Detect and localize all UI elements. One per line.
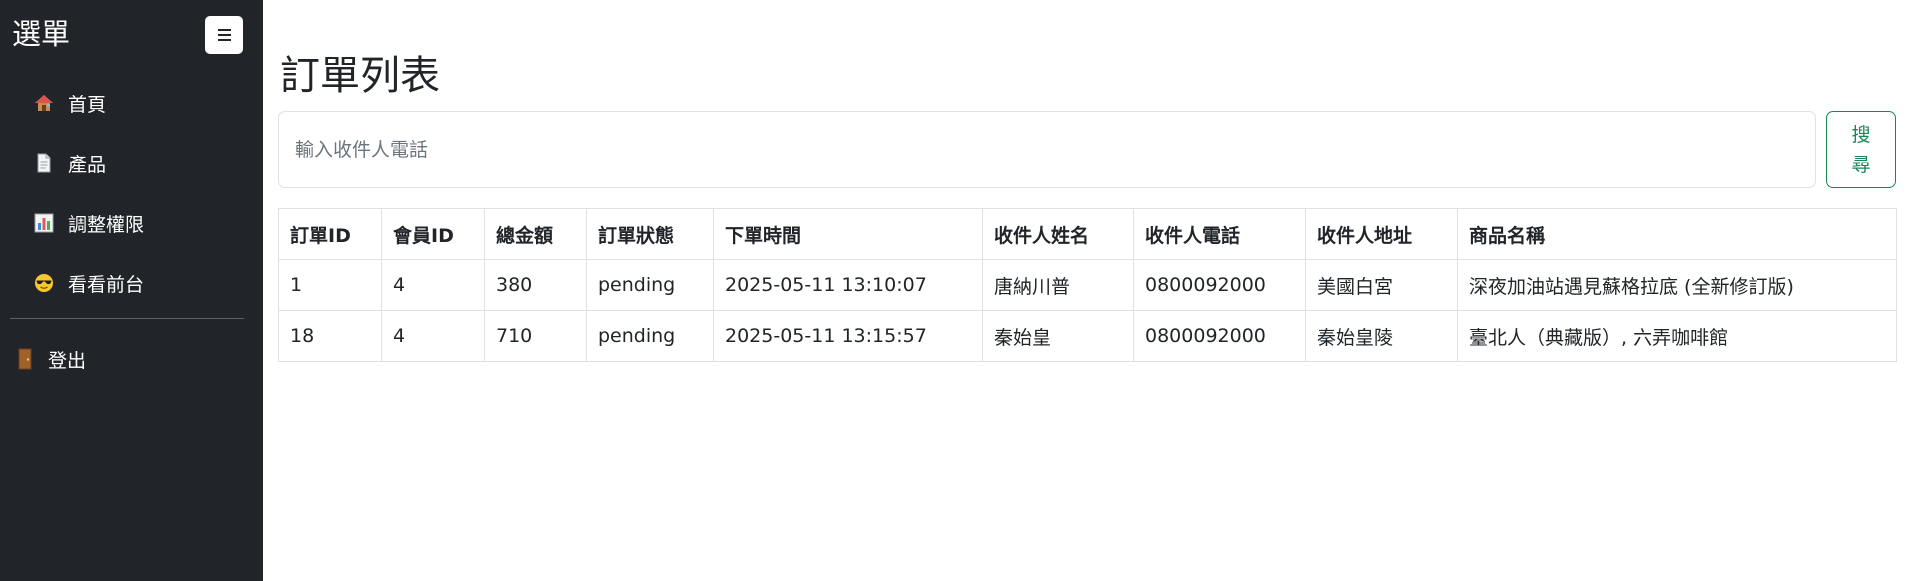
sidebar-item-home[interactable]: 首頁: [0, 78, 263, 128]
bar-chart-icon: [33, 212, 55, 234]
column-header-product-names: 商品名稱: [1457, 208, 1897, 260]
column-header-order-id: 訂單ID: [278, 208, 382, 260]
orders-table: 訂單ID 會員ID 總金額 訂單狀態 下單時間 收件人姓名 收件人電話 收件人地…: [278, 208, 1897, 362]
cell-status: pending: [586, 310, 714, 362]
sidebar-item-label: 首頁: [68, 93, 107, 116]
cell-order-id: 1: [278, 259, 382, 311]
sidebar-header: 選單: [0, 0, 263, 72]
main-content: 訂單列表 搜尋 訂單ID 會員ID 總金額 訂單狀態 下單時間 收件人姓名 收件…: [263, 0, 1909, 581]
column-header-recipient-phone: 收件人電話: [1133, 208, 1306, 260]
sidebar: 選單 首頁 產品 調整權限 看看前台 登出: [0, 0, 263, 581]
cell-order-time: 2025-05-11 13:10:07: [713, 259, 983, 311]
cell-member-id: 4: [381, 259, 485, 311]
sidebar-item-frontend[interactable]: 看看前台: [0, 258, 263, 308]
column-header-total: 總金額: [484, 208, 587, 260]
page-title: 訂單列表: [280, 53, 440, 99]
search-button[interactable]: 搜尋: [1826, 111, 1896, 188]
sidebar-item-products[interactable]: 產品: [0, 138, 263, 188]
door-icon: [14, 348, 36, 370]
cell-order-time: 2025-05-11 13:15:57: [713, 310, 983, 362]
cell-recipient-name: 唐納川普: [982, 259, 1134, 311]
house-icon: [33, 92, 55, 114]
cell-recipient-address: 美國白宮: [1305, 259, 1458, 311]
cell-member-id: 4: [381, 310, 485, 362]
logout-label: 登出: [48, 349, 87, 372]
cell-order-id: 18: [278, 310, 382, 362]
cell-status: pending: [586, 259, 714, 311]
column-header-recipient-name: 收件人姓名: [982, 208, 1134, 260]
document-icon: [33, 152, 55, 174]
sidebar-item-permissions[interactable]: 調整權限: [0, 198, 263, 248]
cell-recipient-phone: 0800092000: [1133, 310, 1306, 362]
logout-button[interactable]: 登出: [0, 334, 263, 384]
table-row: 1 4 380 pending 2025-05-11 13:10:07 唐納川普…: [278, 259, 1897, 311]
column-header-recipient-address: 收件人地址: [1305, 208, 1458, 260]
cell-product-names: 深夜加油站遇見蘇格拉底 (全新修訂版): [1457, 259, 1897, 311]
table-row: 18 4 710 pending 2025-05-11 13:15:57 秦始皇…: [278, 310, 1897, 362]
hamburger-icon: [217, 29, 231, 41]
cell-recipient-name: 秦始皇: [982, 310, 1134, 362]
cell-product-names: 臺北人（典藏版）, 六弄咖啡館: [1457, 310, 1897, 362]
column-header-member-id: 會員ID: [381, 208, 485, 260]
table-header-row: 訂單ID 會員ID 總金額 訂單狀態 下單時間 收件人姓名 收件人電話 收件人地…: [278, 208, 1897, 260]
cell-total: 380: [484, 259, 587, 311]
column-header-status: 訂單狀態: [586, 208, 714, 260]
sunglasses-face-icon: [33, 272, 55, 294]
sidebar-toggle-button[interactable]: [205, 16, 243, 54]
sidebar-divider: [10, 318, 244, 319]
sidebar-item-label: 看看前台: [68, 273, 145, 296]
cell-total: 710: [484, 310, 587, 362]
sidebar-title: 選單: [12, 17, 71, 51]
column-header-order-time: 下單時間: [713, 208, 983, 260]
cell-recipient-address: 秦始皇陵: [1305, 310, 1458, 362]
sidebar-item-label: 調整權限: [68, 213, 145, 236]
cell-recipient-phone: 0800092000: [1133, 259, 1306, 311]
phone-search-input[interactable]: [278, 111, 1816, 188]
sidebar-item-label: 產品: [68, 153, 107, 176]
